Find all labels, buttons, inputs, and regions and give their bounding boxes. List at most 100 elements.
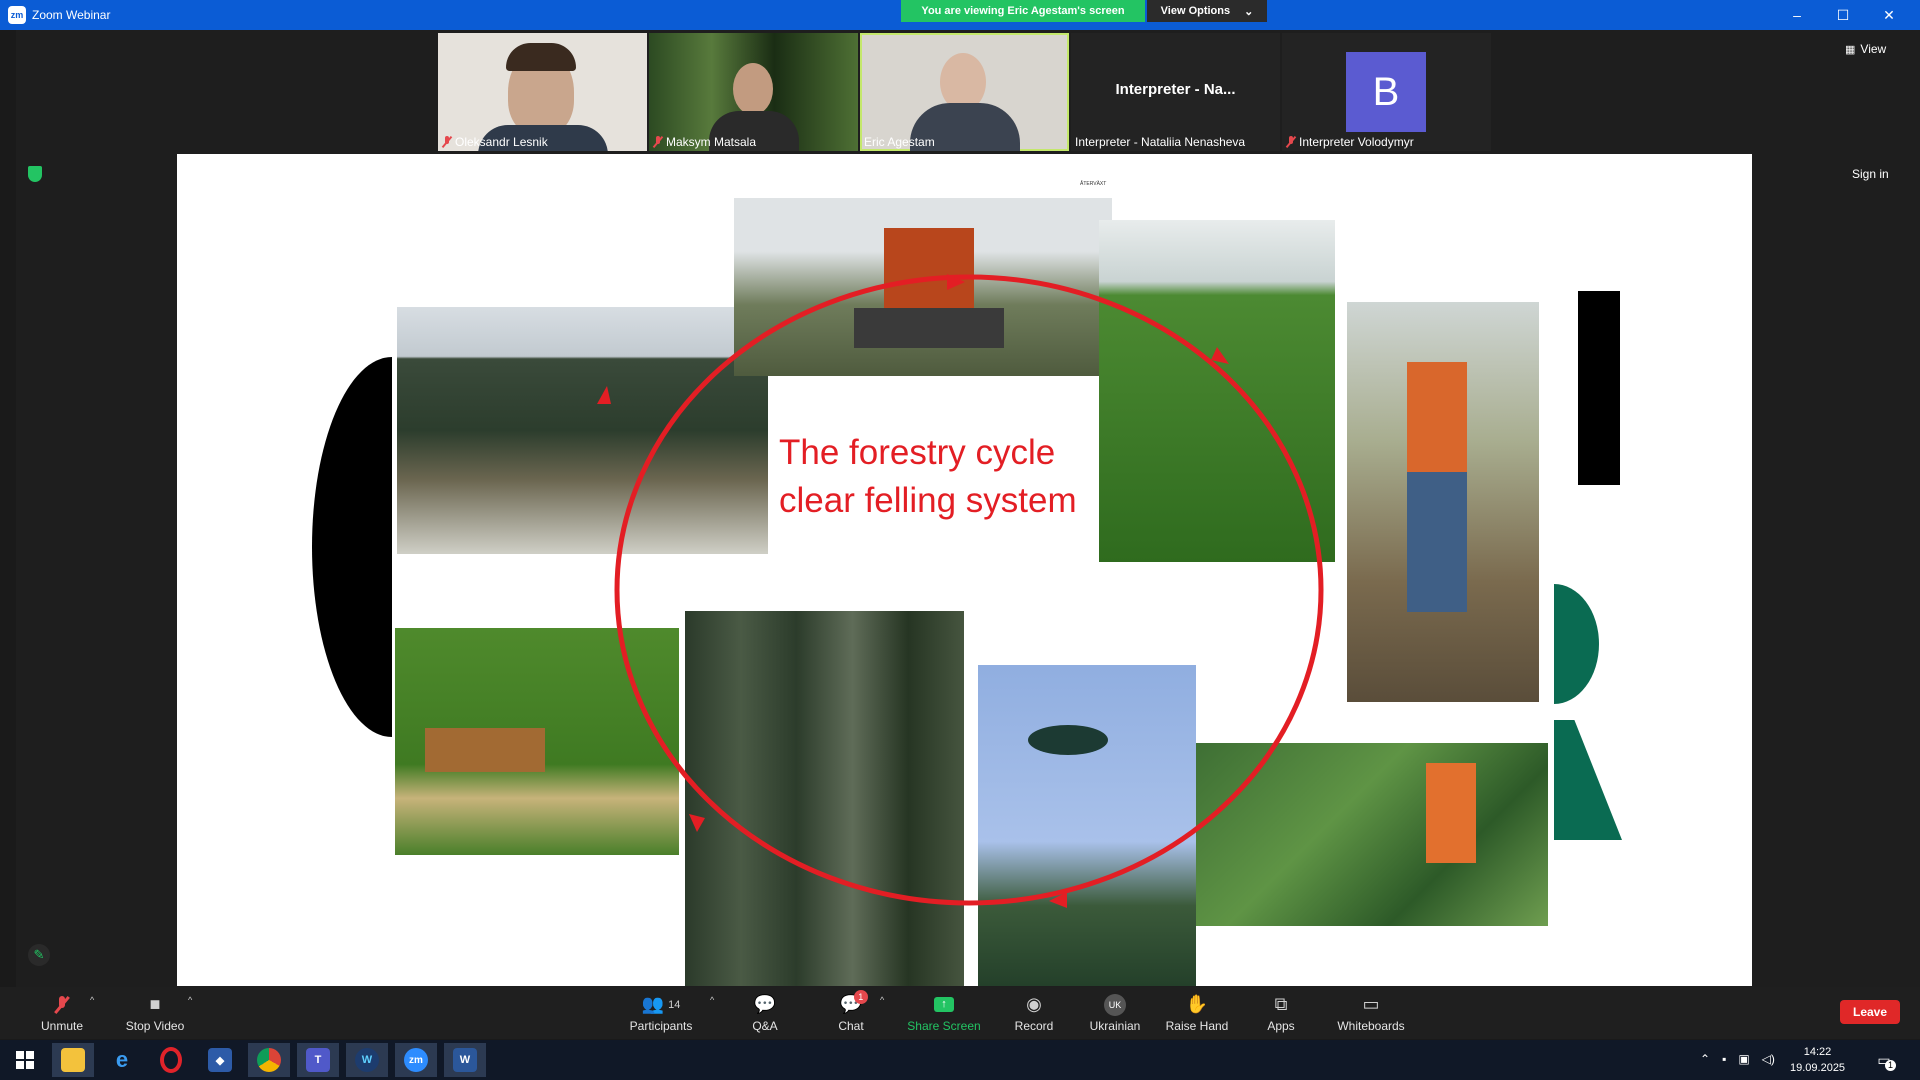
apps-button[interactable]: ⧉ Apps [1265,987,1297,1039]
mic-muted-icon [57,994,67,1016]
volume-icon[interactable]: ◁) [1762,1052,1775,1066]
avatar: B [1346,52,1426,132]
windows-taskbar: e ◆ T W zm W ⌃ ▪ ▣ ◁) [0,1040,1920,1080]
slide-small-label: ÅTERVÄXT [1080,181,1107,187]
taskbar-internet-explorer[interactable]: e [101,1043,143,1077]
taskbar-opera[interactable] [150,1043,192,1077]
window-title: Zoom Webinar [32,8,111,22]
record-icon: ◉ [1026,994,1042,1014]
unmute-label: Unmute [40,1018,84,1033]
participant-video [506,43,576,71]
raise-hand-button[interactable]: ✋ Raise Hand [1165,987,1229,1039]
participant-name: Interpreter - Nataliia Nenasheva [1075,135,1246,149]
chat-icon: 💬 1 [840,989,868,1016]
opera-icon [160,1047,182,1073]
audio-options-caret[interactable]: ^ [90,995,94,1005]
view-layout-button[interactable]: ▦ View [1845,42,1886,56]
participant-tile[interactable]: Interpreter - Na... Interpreter - Natali… [1071,33,1280,151]
taskbar-teams[interactable]: T [297,1043,339,1077]
slide-title-line1: The forestry cycle [779,433,1056,472]
participant-tile[interactable]: B Interpreter Volodymyr [1282,33,1491,151]
chrome-icon [257,1048,281,1072]
participant-video [733,63,773,115]
video-options-caret[interactable]: ^ [188,995,192,1005]
share-screen-icon: ↑ [934,994,954,1016]
teams-icon: T [306,1048,330,1072]
tray-app-icon[interactable]: ▪ [1722,1052,1726,1066]
chat-badge: 1 [853,989,868,1004]
windows-logo-icon [16,1051,34,1069]
annotate-pencil-icon[interactable]: ✎ [28,944,50,966]
participant-name: Interpreter Volodymyr [1286,135,1414,149]
meeting-toolbar: Unmute ^ ■ Stop Video ^ 👥 14 Participants… [0,987,1920,1039]
hexagon-app-icon: ◆ [208,1048,232,1072]
participants-button[interactable]: 👥 14 Participants [625,987,697,1039]
whiteboard-icon: ▭ [1362,994,1380,1014]
maximize-button[interactable]: ☐ [1820,0,1866,30]
stop-video-label: Stop Video [125,1018,185,1033]
participant-display-name: Interpreter - Na... [1115,81,1236,98]
share-screen-button[interactable]: ↑ Share Screen [905,987,983,1039]
view-options-label: View Options [1160,5,1231,17]
participant-name: Oleksandr Lesnik [442,135,548,149]
close-button[interactable]: ✕ [1866,0,1912,30]
grid-icon: ▦ [1845,43,1856,56]
mic-muted-icon [442,136,452,148]
participants-count: 14 [668,998,681,1011]
participants-icon: 👥 14 [641,994,681,1014]
participant-tile-active-speaker[interactable]: Eric Agestam [860,33,1069,151]
taskbar-zoom[interactable]: zm [395,1043,437,1077]
qa-label: Q&A [752,1018,778,1033]
taskbar-chrome[interactable] [248,1043,290,1077]
record-button[interactable]: ◉ Record [1010,987,1058,1039]
taskbar-file-explorer[interactable] [52,1043,94,1077]
whiteboards-label: Whiteboards [1337,1018,1405,1033]
raise-hand-icon: ✋ [1185,994,1209,1014]
windows-start-button[interactable] [4,1043,46,1077]
mic-muted-icon [1286,136,1296,148]
webex-icon: W [355,1048,379,1072]
language-interpretation-button[interactable]: UK Ukrainian [1085,987,1145,1039]
viewing-screen-banner: You are viewing Eric Agestam's screen [901,0,1145,22]
chat-label: Chat [838,1018,864,1033]
notification-count: 1 [1885,1060,1896,1071]
network-icon[interactable]: ▣ [1738,1052,1749,1066]
zoom-logo-icon: zm [8,6,26,24]
participant-tile[interactable]: Oleksandr Lesnik [438,33,647,151]
folder-icon [61,1048,85,1072]
internet-explorer-icon: e [115,1047,129,1072]
taskbar-webex[interactable]: W [346,1043,388,1077]
taskbar-word[interactable]: W [444,1043,486,1077]
participant-name: Maksym Matsala [653,135,756,149]
minimize-button[interactable]: – [1774,0,1820,30]
taskbar-app-hex[interactable]: ◆ [199,1043,241,1077]
qa-button[interactable]: 💬 Q&A [745,987,785,1039]
chat-options-caret[interactable]: ^ [880,995,884,1005]
stop-video-button[interactable]: ■ Stop Video [120,987,190,1039]
clock-time: 14:22 [1803,1046,1832,1058]
taskbar-clock[interactable]: 14:22 19.09.2025 [1790,1044,1845,1076]
system-tray: ⌃ ▪ ▣ ◁) [1700,1052,1775,1066]
language-code: UK [1104,993,1126,1016]
chat-button[interactable]: 💬 1 Chat [830,987,872,1039]
participant-tile[interactable]: Maksym Matsala [649,33,858,151]
tray-overflow-icon[interactable]: ⌃ [1700,1052,1710,1066]
notification-center-button[interactable]: ▭ 1 [1872,1049,1896,1071]
word-icon: W [453,1048,477,1072]
record-label: Record [1014,1018,1054,1033]
zoom-icon: zm [404,1048,428,1072]
whiteboards-button[interactable]: ▭ Whiteboards [1335,987,1407,1039]
video-camera-icon: ■ [149,994,161,1014]
unmute-button[interactable]: Unmute [36,987,88,1039]
view-label: View [1860,42,1887,56]
participant-name: Eric Agestam [864,135,935,149]
leave-button[interactable]: Leave [1840,1000,1900,1024]
security-shield-icon[interactable] [28,166,42,182]
participants-options-caret[interactable]: ^ [710,995,714,1005]
forestry-cycle-ellipse [597,274,1324,908]
raise-hand-label: Raise Hand [1165,1018,1229,1033]
cycle-arrow [689,814,705,832]
view-options-button[interactable]: View Options ⌄ [1147,0,1267,22]
chevron-down-icon: ⌄ [1244,5,1254,18]
sign-in-button[interactable]: Sign in [1852,167,1889,181]
